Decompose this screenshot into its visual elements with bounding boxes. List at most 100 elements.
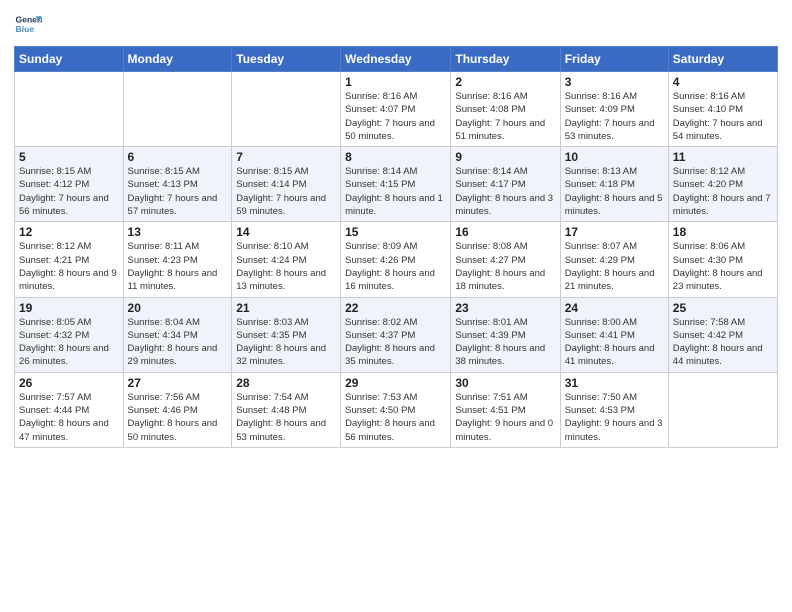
day-info: Sunrise: 8:12 AM Sunset: 4:20 PM Dayligh… — [673, 165, 773, 218]
calendar-day-cell: 12Sunrise: 8:12 AM Sunset: 4:21 PM Dayli… — [15, 222, 124, 297]
day-number: 23 — [455, 301, 555, 315]
calendar-page: General Blue SundayMondayTuesdayWednesda… — [0, 0, 792, 612]
calendar-day-cell: 1Sunrise: 8:16 AM Sunset: 4:07 PM Daylig… — [341, 72, 451, 147]
day-info: Sunrise: 8:15 AM Sunset: 4:14 PM Dayligh… — [236, 165, 336, 218]
day-number: 7 — [236, 150, 336, 164]
day-number: 17 — [565, 225, 664, 239]
calendar-day-cell: 15Sunrise: 8:09 AM Sunset: 4:26 PM Dayli… — [341, 222, 451, 297]
calendar-day-cell: 27Sunrise: 7:56 AM Sunset: 4:46 PM Dayli… — [123, 372, 232, 447]
day-info: Sunrise: 8:04 AM Sunset: 4:34 PM Dayligh… — [128, 316, 228, 369]
day-number: 24 — [565, 301, 664, 315]
calendar-day-cell: 9Sunrise: 8:14 AM Sunset: 4:17 PM Daylig… — [451, 147, 560, 222]
day-info: Sunrise: 8:13 AM Sunset: 4:18 PM Dayligh… — [565, 165, 664, 218]
weekday-header-cell: Friday — [560, 47, 668, 72]
calendar-day-cell — [15, 72, 124, 147]
weekday-header-cell: Sunday — [15, 47, 124, 72]
day-info: Sunrise: 8:15 AM Sunset: 4:12 PM Dayligh… — [19, 165, 119, 218]
day-number: 29 — [345, 376, 446, 390]
calendar-day-cell: 19Sunrise: 8:05 AM Sunset: 4:32 PM Dayli… — [15, 297, 124, 372]
day-info: Sunrise: 8:00 AM Sunset: 4:41 PM Dayligh… — [565, 316, 664, 369]
day-info: Sunrise: 7:51 AM Sunset: 4:51 PM Dayligh… — [455, 391, 555, 444]
day-number: 20 — [128, 301, 228, 315]
calendar-day-cell: 4Sunrise: 8:16 AM Sunset: 4:10 PM Daylig… — [668, 72, 777, 147]
weekday-header-cell: Monday — [123, 47, 232, 72]
calendar-day-cell — [123, 72, 232, 147]
calendar-day-cell — [668, 372, 777, 447]
day-number: 15 — [345, 225, 446, 239]
day-info: Sunrise: 8:12 AM Sunset: 4:21 PM Dayligh… — [19, 240, 119, 293]
day-number: 14 — [236, 225, 336, 239]
calendar-day-cell: 20Sunrise: 8:04 AM Sunset: 4:34 PM Dayli… — [123, 297, 232, 372]
day-info: Sunrise: 8:03 AM Sunset: 4:35 PM Dayligh… — [236, 316, 336, 369]
calendar-week-row: 5Sunrise: 8:15 AM Sunset: 4:12 PM Daylig… — [15, 147, 778, 222]
day-info: Sunrise: 8:02 AM Sunset: 4:37 PM Dayligh… — [345, 316, 446, 369]
calendar-day-cell: 10Sunrise: 8:13 AM Sunset: 4:18 PM Dayli… — [560, 147, 668, 222]
weekday-header-cell: Wednesday — [341, 47, 451, 72]
day-number: 22 — [345, 301, 446, 315]
calendar-day-cell: 30Sunrise: 7:51 AM Sunset: 4:51 PM Dayli… — [451, 372, 560, 447]
day-info: Sunrise: 8:14 AM Sunset: 4:17 PM Dayligh… — [455, 165, 555, 218]
day-number: 2 — [455, 75, 555, 89]
calendar-week-row: 19Sunrise: 8:05 AM Sunset: 4:32 PM Dayli… — [15, 297, 778, 372]
calendar-day-cell: 21Sunrise: 8:03 AM Sunset: 4:35 PM Dayli… — [232, 297, 341, 372]
day-number: 27 — [128, 376, 228, 390]
calendar-day-cell — [232, 72, 341, 147]
day-number: 3 — [565, 75, 664, 89]
day-number: 19 — [19, 301, 119, 315]
day-info: Sunrise: 8:06 AM Sunset: 4:30 PM Dayligh… — [673, 240, 773, 293]
day-number: 30 — [455, 376, 555, 390]
day-info: Sunrise: 8:07 AM Sunset: 4:29 PM Dayligh… — [565, 240, 664, 293]
day-number: 13 — [128, 225, 228, 239]
calendar-day-cell: 28Sunrise: 7:54 AM Sunset: 4:48 PM Dayli… — [232, 372, 341, 447]
calendar-day-cell: 24Sunrise: 8:00 AM Sunset: 4:41 PM Dayli… — [560, 297, 668, 372]
day-number: 28 — [236, 376, 336, 390]
svg-text:Blue: Blue — [16, 24, 35, 34]
day-info: Sunrise: 7:53 AM Sunset: 4:50 PM Dayligh… — [345, 391, 446, 444]
day-number: 31 — [565, 376, 664, 390]
day-info: Sunrise: 7:58 AM Sunset: 4:42 PM Dayligh… — [673, 316, 773, 369]
calendar-table: SundayMondayTuesdayWednesdayThursdayFrid… — [14, 46, 778, 448]
day-number: 1 — [345, 75, 446, 89]
day-number: 5 — [19, 150, 119, 164]
day-info: Sunrise: 8:10 AM Sunset: 4:24 PM Dayligh… — [236, 240, 336, 293]
calendar-day-cell: 23Sunrise: 8:01 AM Sunset: 4:39 PM Dayli… — [451, 297, 560, 372]
calendar-day-cell: 2Sunrise: 8:16 AM Sunset: 4:08 PM Daylig… — [451, 72, 560, 147]
calendar-day-cell: 6Sunrise: 8:15 AM Sunset: 4:13 PM Daylig… — [123, 147, 232, 222]
calendar-body: 1Sunrise: 8:16 AM Sunset: 4:07 PM Daylig… — [15, 72, 778, 448]
day-number: 10 — [565, 150, 664, 164]
calendar-day-cell: 16Sunrise: 8:08 AM Sunset: 4:27 PM Dayli… — [451, 222, 560, 297]
day-info: Sunrise: 7:54 AM Sunset: 4:48 PM Dayligh… — [236, 391, 336, 444]
weekday-header-row: SundayMondayTuesdayWednesdayThursdayFrid… — [15, 47, 778, 72]
day-info: Sunrise: 8:09 AM Sunset: 4:26 PM Dayligh… — [345, 240, 446, 293]
logo: General Blue — [14, 10, 44, 38]
day-info: Sunrise: 8:01 AM Sunset: 4:39 PM Dayligh… — [455, 316, 555, 369]
day-info: Sunrise: 8:08 AM Sunset: 4:27 PM Dayligh… — [455, 240, 555, 293]
calendar-day-cell: 11Sunrise: 8:12 AM Sunset: 4:20 PM Dayli… — [668, 147, 777, 222]
day-number: 18 — [673, 225, 773, 239]
weekday-header-cell: Tuesday — [232, 47, 341, 72]
day-info: Sunrise: 8:14 AM Sunset: 4:15 PM Dayligh… — [345, 165, 446, 218]
calendar-day-cell: 8Sunrise: 8:14 AM Sunset: 4:15 PM Daylig… — [341, 147, 451, 222]
day-info: Sunrise: 8:05 AM Sunset: 4:32 PM Dayligh… — [19, 316, 119, 369]
weekday-header-cell: Thursday — [451, 47, 560, 72]
weekday-header-cell: Saturday — [668, 47, 777, 72]
calendar-day-cell: 13Sunrise: 8:11 AM Sunset: 4:23 PM Dayli… — [123, 222, 232, 297]
day-info: Sunrise: 8:16 AM Sunset: 4:10 PM Dayligh… — [673, 90, 773, 143]
day-number: 9 — [455, 150, 555, 164]
day-number: 8 — [345, 150, 446, 164]
day-info: Sunrise: 7:56 AM Sunset: 4:46 PM Dayligh… — [128, 391, 228, 444]
day-number: 16 — [455, 225, 555, 239]
day-number: 12 — [19, 225, 119, 239]
calendar-day-cell: 26Sunrise: 7:57 AM Sunset: 4:44 PM Dayli… — [15, 372, 124, 447]
day-info: Sunrise: 8:15 AM Sunset: 4:13 PM Dayligh… — [128, 165, 228, 218]
calendar-day-cell: 29Sunrise: 7:53 AM Sunset: 4:50 PM Dayli… — [341, 372, 451, 447]
day-number: 4 — [673, 75, 773, 89]
calendar-week-row: 1Sunrise: 8:16 AM Sunset: 4:07 PM Daylig… — [15, 72, 778, 147]
calendar-week-row: 12Sunrise: 8:12 AM Sunset: 4:21 PM Dayli… — [15, 222, 778, 297]
day-number: 21 — [236, 301, 336, 315]
logo-icon: General Blue — [14, 10, 42, 38]
calendar-day-cell: 14Sunrise: 8:10 AM Sunset: 4:24 PM Dayli… — [232, 222, 341, 297]
calendar-day-cell: 18Sunrise: 8:06 AM Sunset: 4:30 PM Dayli… — [668, 222, 777, 297]
day-number: 25 — [673, 301, 773, 315]
day-info: Sunrise: 8:16 AM Sunset: 4:08 PM Dayligh… — [455, 90, 555, 143]
